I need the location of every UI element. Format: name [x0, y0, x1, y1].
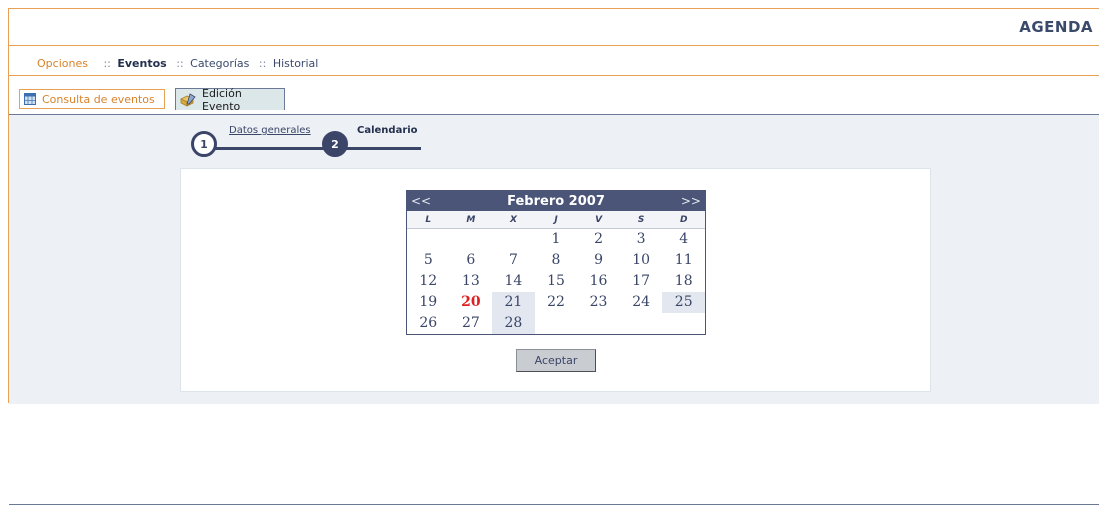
calendar: << Febrero 2007 >> L M X J V S D 1234567… — [406, 190, 706, 335]
calendar-day[interactable]: 27 — [450, 313, 493, 334]
weekday-label: X — [509, 214, 517, 225]
next-month-button[interactable]: >> — [681, 194, 701, 208]
calendar-title: Febrero 2007 — [507, 193, 605, 209]
weekday-label: M — [466, 214, 476, 225]
calendar-day[interactable]: 6 — [450, 250, 493, 271]
nav-bar: Opciones :: Eventos :: Categorías :: His… — [37, 57, 318, 70]
calendar-day[interactable]: 15 — [535, 271, 578, 292]
calendar-day[interactable]: 5 — [407, 250, 450, 271]
prev-month-button[interactable]: << — [411, 194, 431, 208]
tab-label: Consulta de eventos — [42, 92, 155, 106]
tab-label: Edición Evento — [202, 86, 242, 113]
calendar-empty-cell — [535, 313, 578, 334]
calendar-day[interactable]: 3 — [620, 229, 663, 250]
calendar-day[interactable]: 2 — [577, 229, 620, 250]
calendar-empty-cell — [492, 229, 535, 250]
calendar-day[interactable]: 23 — [577, 292, 620, 313]
calendar-day[interactable]: 12 — [407, 271, 450, 292]
nav-item-historial[interactable]: Historial — [273, 57, 318, 70]
app-frame: AGENDA Opciones :: Eventos :: Categorías… — [8, 8, 1099, 505]
nav-item-eventos[interactable]: Eventos — [117, 57, 166, 70]
calendar-day[interactable]: 25 — [662, 292, 705, 313]
accept-button[interactable]: Aceptar — [516, 349, 596, 372]
header: AGENDA — [9, 9, 1099, 45]
weekday-label: S — [637, 214, 645, 225]
wizard-steps: 1 Datos generales 2 Calendario — [189, 121, 449, 161]
weekday-label: V — [595, 214, 603, 225]
edit-icon — [180, 92, 196, 107]
calendar-day[interactable]: 11 — [662, 250, 705, 271]
calendar-day[interactable]: 24 — [620, 292, 663, 313]
weekday-label: J — [554, 214, 558, 225]
nav-separator: :: — [176, 57, 184, 70]
calendar-day[interactable]: 7 — [492, 250, 535, 271]
calendar-grid: 1 2 3 4 5 6 7 8 9 10 11 12 13 14 15 16 17 18 19 20 21 22 23 24 2… — [407, 229, 705, 334]
calendar-day[interactable]: 20 — [450, 292, 493, 313]
calendar-day[interactable]: 28 — [492, 313, 535, 334]
calendar-day[interactable]: 1 — [535, 229, 578, 250]
weekday-label: L — [425, 214, 432, 225]
nav-options[interactable]: Opciones — [37, 57, 88, 70]
calendar-day[interactable]: 14 — [492, 271, 535, 292]
step-2-circle: 2 — [322, 131, 348, 157]
weekday-header: L M X J V S D — [407, 211, 705, 229]
calendar-day[interactable]: 19 — [407, 292, 450, 313]
nav-separator: :: — [258, 57, 267, 70]
step-1-circle[interactable]: 1 — [191, 131, 217, 157]
calendar-day[interactable]: 18 — [662, 271, 705, 292]
calendar-day[interactable]: 26 — [407, 313, 450, 334]
nav-divider — [9, 75, 1099, 76]
content-area: 1 Datos generales 2 Calendario << Febrer… — [9, 114, 1099, 505]
wizard-progress-bar — [215, 147, 421, 150]
tab-consulta-eventos[interactable]: Consulta de eventos — [19, 89, 165, 109]
calendar-day[interactable]: 13 — [450, 271, 493, 292]
calendar-day[interactable]: 17 — [620, 271, 663, 292]
nav-separator: :: — [103, 57, 111, 70]
step-1-link[interactable]: Datos generales — [229, 125, 311, 136]
calendar-empty-cell — [662, 313, 705, 334]
calendar-day[interactable]: 10 — [620, 250, 663, 271]
calendar-day[interactable]: 4 — [662, 229, 705, 250]
calendar-empty-cell — [407, 229, 450, 250]
weekday-label: D — [679, 214, 688, 225]
calendar-day[interactable]: 9 — [577, 250, 620, 271]
calendar-empty-cell — [577, 313, 620, 334]
calendar-day[interactable]: 22 — [535, 292, 578, 313]
calendar-empty-cell — [620, 313, 663, 334]
calendar-panel: << Febrero 2007 >> L M X J V S D 1234567… — [180, 168, 931, 392]
calendar-empty-cell — [450, 229, 493, 250]
calendar-day[interactable]: 16 — [577, 271, 620, 292]
tab-bar: Consulta de eventos Edición Evento — [9, 85, 1099, 115]
step-2-label: Calendario — [357, 125, 418, 136]
nav-item-categorias[interactable]: Categorías — [190, 57, 249, 70]
tab-edicion-evento[interactable]: Edición Evento — [175, 86, 285, 113]
calendar-day[interactable]: 8 — [535, 250, 578, 271]
calendar-icon — [24, 93, 36, 105]
calendar-day[interactable]: 21 — [492, 292, 535, 313]
calendar-header: << Febrero 2007 >> — [407, 191, 705, 211]
app-title: AGENDA — [1019, 18, 1093, 36]
header-divider — [9, 45, 1099, 46]
